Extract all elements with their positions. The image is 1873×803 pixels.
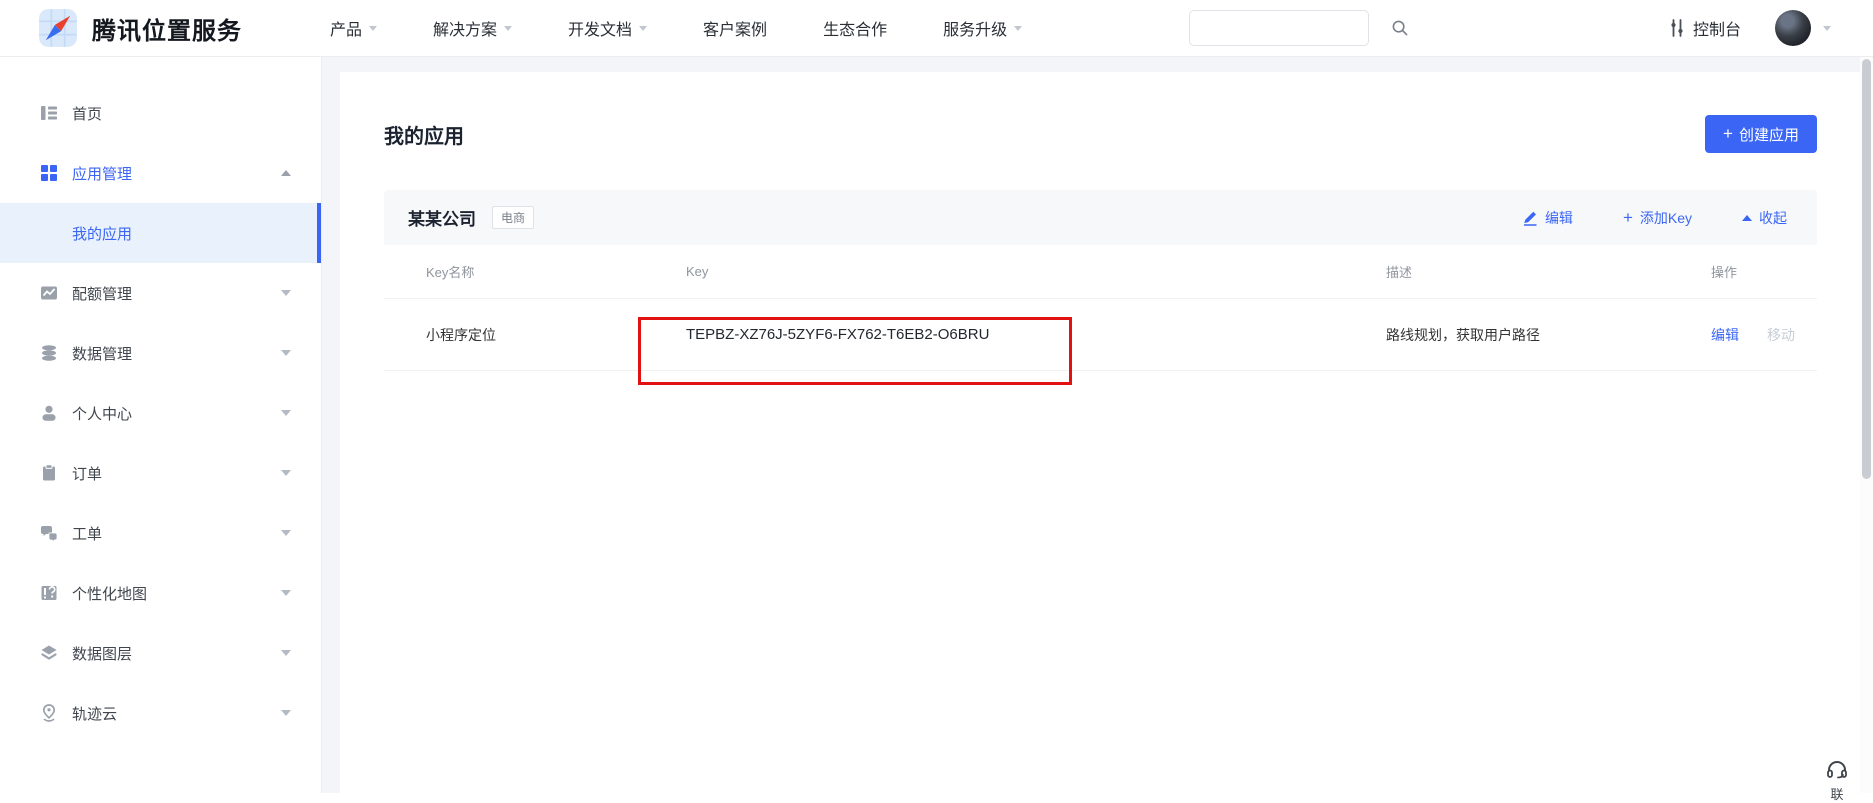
row-actions-cell: 编辑 移动 [1711, 325, 1817, 345]
chevron-down-icon [281, 650, 291, 656]
chevron-down-icon [281, 470, 291, 476]
location-pin-icon [40, 704, 58, 722]
contact-support-widget[interactable]: 联 [1817, 758, 1857, 803]
pencil-icon [1522, 210, 1538, 226]
layers-icon [40, 644, 58, 662]
nav-item-cases[interactable]: 客户案例 [703, 16, 767, 40]
sidebar-item-quota[interactable]: 配额管理 [0, 263, 321, 323]
card-actions: 编辑 + 添加Key 收起 [1522, 208, 1787, 228]
chevron-down-icon [281, 530, 291, 536]
scrollbar-track [1860, 57, 1873, 793]
nav-item-upgrade[interactable]: 服务升级 [943, 16, 1022, 40]
chevron-down-icon [281, 290, 291, 296]
col-key: Key [686, 264, 1386, 279]
col-key-name: Key名称 [426, 262, 686, 281]
chevron-down-icon[interactable] [1823, 26, 1831, 31]
main-area: 我的应用 + 创建应用 某某公司 电商 编辑 + [322, 57, 1873, 793]
chevron-down-icon [281, 590, 291, 596]
row-move-link-disabled: 移动 [1767, 325, 1795, 345]
sidebar-item-personal-center[interactable]: 个人中心 [0, 383, 321, 443]
search-input[interactable] [1190, 11, 1391, 45]
key-name-cell: 小程序定位 [426, 325, 686, 345]
sidebar-item-data-layers[interactable]: 数据图层 [0, 623, 321, 683]
company-name: 某某公司 [408, 205, 476, 230]
chevron-down-icon [281, 410, 291, 416]
sidebar-item-home[interactable]: 首页 [0, 83, 321, 143]
top-header: 腾讯位置服务 产品 解决方案 开发文档 客户案例 生态合作 服务升级 [0, 0, 1873, 57]
console-link[interactable]: 控制台 [1669, 16, 1741, 40]
chat-bubbles-icon [40, 524, 58, 542]
key-table-header: Key名称 Key 描述 操作 [384, 245, 1817, 299]
sidebar-item-app-management[interactable]: 应用管理 [0, 143, 321, 203]
home-list-icon [40, 104, 58, 122]
brand-block[interactable]: 腾讯位置服务 [0, 8, 242, 48]
chevron-up-icon [281, 170, 291, 176]
col-actions: 操作 [1711, 262, 1817, 281]
nav-item-products[interactable]: 产品 [330, 16, 377, 40]
sidebar-subitem-my-apps[interactable]: 我的应用 [0, 203, 321, 263]
company-tag: 电商 [492, 206, 534, 229]
nav-item-ecosystem[interactable]: 生态合作 [823, 16, 887, 40]
apps-grid-icon [40, 164, 58, 182]
nav-item-docs[interactable]: 开发文档 [568, 16, 647, 40]
compass-logo-icon [38, 8, 78, 48]
scrollbar-thumb[interactable] [1862, 59, 1871, 479]
database-icon [40, 344, 58, 362]
main-nav: 产品 解决方案 开发文档 客户案例 生态合作 服务升级 [330, 16, 1022, 40]
headset-icon [1825, 758, 1849, 782]
content-panel: 我的应用 + 创建应用 某某公司 电商 编辑 + [340, 72, 1873, 793]
col-description: 描述 [1386, 262, 1711, 281]
user-icon [40, 404, 58, 422]
collapse-button[interactable]: 收起 [1742, 208, 1787, 228]
contact-label: 联 [1830, 784, 1843, 803]
search-icon[interactable] [1391, 19, 1409, 37]
create-app-button[interactable]: + 创建应用 [1705, 115, 1817, 153]
avatar[interactable] [1775, 10, 1811, 46]
key-table-row: 小程序定位 TEPBZ-XZ76J-5ZYF6-FX762-T6EB2-O6BR… [384, 299, 1817, 371]
chevron-down-icon [504, 26, 512, 31]
custom-map-icon [40, 584, 58, 602]
page-title: 我的应用 [384, 120, 464, 149]
description-cell: 路线规划，获取用户路径 [1386, 325, 1711, 345]
nav-item-solutions[interactable]: 解决方案 [433, 16, 512, 40]
plus-icon: + [1623, 209, 1633, 226]
brand-title: 腾讯位置服务 [92, 11, 242, 46]
chevron-down-icon [281, 710, 291, 716]
search-box [1189, 10, 1369, 46]
chevron-up-icon [1742, 215, 1752, 221]
chevron-down-icon [639, 26, 647, 31]
row-edit-link[interactable]: 编辑 [1711, 325, 1739, 345]
chevron-down-icon [281, 350, 291, 356]
sidebar-item-custom-map[interactable]: 个性化地图 [0, 563, 321, 623]
quota-chart-icon [40, 284, 58, 302]
edit-app-button[interactable]: 编辑 [1522, 208, 1573, 228]
sliders-icon [1669, 19, 1685, 37]
sidebar: 首页 应用管理 我的应用 配额管理 [0, 57, 322, 793]
app-card: 某某公司 电商 编辑 + 添加Key [384, 190, 1817, 371]
clipboard-icon [40, 464, 58, 482]
plus-icon: + [1723, 124, 1733, 144]
chevron-down-icon [369, 26, 377, 31]
app-card-header: 某某公司 电商 编辑 + 添加Key [384, 190, 1817, 245]
sidebar-item-orders[interactable]: 订单 [0, 443, 321, 503]
sidebar-item-data-management[interactable]: 数据管理 [0, 323, 321, 383]
sidebar-item-track-cloud[interactable]: 轨迹云 [0, 683, 321, 743]
add-key-button[interactable]: + 添加Key [1623, 208, 1692, 228]
chevron-down-icon [1014, 26, 1022, 31]
key-value-cell: TEPBZ-XZ76J-5ZYF6-FX762-T6EB2-O6BRU [686, 326, 1386, 343]
sidebar-item-tickets[interactable]: 工单 [0, 503, 321, 563]
